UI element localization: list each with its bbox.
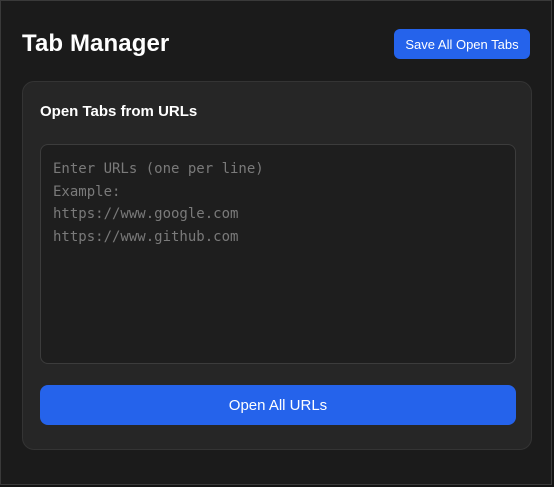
urls-textarea[interactable] bbox=[40, 144, 516, 364]
header: Tab Manager Save All Open Tabs bbox=[22, 27, 530, 61]
save-all-open-tabs-button[interactable]: Save All Open Tabs bbox=[394, 29, 530, 59]
page-title: Tab Manager bbox=[22, 30, 170, 57]
open-urls-card: Open Tabs from URLs Open All URLs bbox=[22, 81, 532, 450]
open-all-urls-button[interactable]: Open All URLs bbox=[40, 385, 516, 425]
tab-manager-window: Tab Manager Save All Open Tabs Open Tabs… bbox=[0, 0, 552, 485]
card-title: Open Tabs from URLs bbox=[40, 103, 198, 120]
